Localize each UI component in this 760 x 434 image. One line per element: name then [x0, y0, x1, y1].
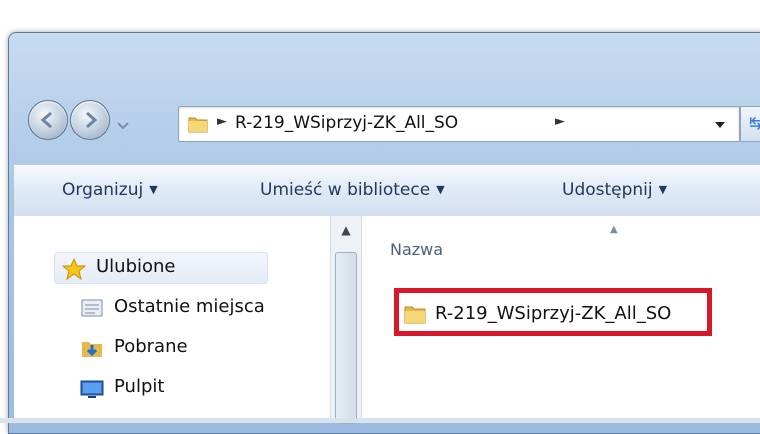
column-header-name[interactable]: Nazwa: [390, 240, 443, 259]
nav-item-label: Ulubione: [96, 256, 176, 277]
refresh-button[interactable]: ↹: [740, 106, 760, 142]
content-area: Ulubione Ostatnie miejsca Pobrane Pulpit…: [14, 216, 760, 424]
dropdown-arrow-icon: ▼: [658, 183, 668, 196]
folder-icon: [188, 117, 208, 133]
recent-pages-dropdown[interactable]: [114, 116, 132, 134]
command-bar: Organizuj ▼ Umieść w bibliotece ▼ Udostępn…: [14, 165, 760, 217]
include-in-library-label: Umieść w bibliotece: [260, 180, 431, 200]
share-with-menu[interactable]: Udostępnij ▼: [562, 180, 667, 200]
window-bottom-edge: [0, 418, 760, 423]
nav-item-label: Ostatnie miejsca: [114, 296, 265, 317]
organize-menu[interactable]: Organizuj ▼: [62, 180, 158, 200]
file-list-pane: ▲ Nazwa R-219_WSiprzyj-ZK_All_SO: [360, 216, 760, 423]
navigation-scrollbar[interactable]: ▲: [330, 216, 362, 424]
back-button[interactable]: [28, 100, 68, 140]
sort-ascending-icon: ▲: [610, 224, 618, 235]
scrollbar-thumb[interactable]: [335, 252, 357, 424]
address-bar[interactable]: ► R-219_WSiprzyj-ZK_All_SO ►: [178, 106, 740, 142]
nav-item-label: Pobrane: [114, 336, 188, 357]
refresh-icon: ↹: [749, 113, 760, 134]
downloads-icon: [82, 342, 102, 357]
forward-arrow-icon: [86, 111, 98, 129]
folder-icon: [404, 306, 426, 324]
chevron-down-icon: [117, 122, 129, 130]
forward-button[interactable]: [70, 100, 110, 140]
share-with-label: Udostępnij: [562, 180, 653, 200]
recent-places-icon: [81, 299, 103, 317]
breadcrumb-separator[interactable]: ►: [555, 114, 565, 129]
back-arrow-icon: [40, 111, 52, 129]
file-list-item[interactable]: R-219_WSiprzyj-ZK_All_SO: [394, 288, 712, 336]
dropdown-arrow-icon: ▼: [149, 183, 158, 196]
navigation-row: ► R-219_WSiprzyj-ZK_All_SO ► ↹: [28, 96, 760, 152]
navigation-pane: Ulubione Ostatnie miejsca Pobrane Pulpit: [14, 216, 330, 423]
scroll-up-icon[interactable]: ▲: [336, 220, 356, 240]
desktop-icon: [80, 380, 104, 398]
file-name: R-219_WSiprzyj-ZK_All_SO: [435, 303, 672, 324]
chevron-down-icon[interactable]: [714, 120, 726, 130]
star-icon: [62, 258, 86, 280]
breadcrumb[interactable]: R-219_WSiprzyj-ZK_All_SO: [235, 113, 458, 133]
dropdown-arrow-icon: ▼: [436, 183, 445, 196]
nav-item-label: Pulpit: [114, 376, 165, 397]
organize-label: Organizuj: [62, 180, 144, 200]
include-in-library-menu[interactable]: Umieść w bibliotece ▼: [260, 180, 445, 200]
breadcrumb-separator[interactable]: ►: [217, 114, 227, 129]
